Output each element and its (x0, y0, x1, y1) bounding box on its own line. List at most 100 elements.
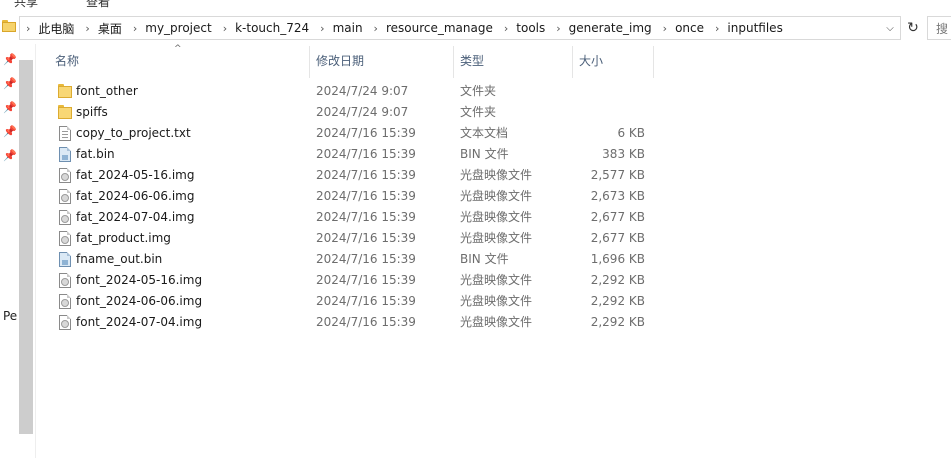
file-name: font_2024-05-16.img (76, 273, 203, 287)
file-row[interactable]: fat_2024-05-16.img 2024/7/16 15:39 光盘映像文件 2… (45, 165, 655, 186)
file-size: 6 KB (617, 126, 645, 140)
pin-icon[interactable]: 📌 (3, 149, 17, 162)
file-row[interactable]: fat.bin 2024/7/16 15:39 BIN 文件 383 KB (45, 144, 655, 165)
breadcrumb-separator-icon[interactable]: › (131, 22, 145, 35)
binary-file-icon (59, 147, 71, 162)
breadcrumb-item[interactable]: once (675, 21, 713, 35)
breadcrumb-item[interactable]: inputfiles (727, 21, 791, 35)
file-size: 2,673 KB (590, 189, 645, 203)
file-row[interactable]: font_other 2024/7/24 9:07 文件夹 (45, 81, 655, 102)
file-size: 383 KB (602, 147, 645, 161)
column-divider[interactable] (572, 46, 573, 78)
disc-image-icon (59, 315, 71, 330)
file-size: 2,677 KB (590, 210, 645, 224)
file-modified-date: 2024/7/16 15:39 (316, 273, 416, 287)
disc-image-icon (59, 210, 71, 225)
file-name: fat_2024-05-16.img (76, 168, 195, 182)
file-row[interactable]: font_2024-07-04.img 2024/7/16 15:39 光盘映像文件… (45, 312, 655, 333)
column-type[interactable]: 类型 (460, 44, 484, 78)
file-row[interactable]: fat_product.img 2024/7/16 15:39 光盘映像文件 2,67… (45, 228, 655, 249)
breadcrumb-item[interactable]: main (333, 21, 372, 35)
disc-image-icon (59, 273, 71, 288)
file-row[interactable]: font_2024-05-16.img 2024/7/16 15:39 光盘映像文件… (45, 270, 655, 291)
file-type: 光盘映像文件 (460, 189, 533, 203)
file-row[interactable]: fname_out.bin 2024/7/16 15:39 BIN 文件 1,696 … (45, 249, 655, 270)
text-file-icon (59, 126, 71, 141)
nav-item-partial[interactable]: Pe (3, 309, 17, 323)
file-type: 文件夹 (460, 105, 497, 119)
file-name: fat_product.img (76, 231, 171, 245)
file-modified-date: 2024/7/16 15:39 (316, 231, 416, 245)
chevron-down-icon[interactable]: ⌵ (880, 17, 900, 39)
file-size: 2,292 KB (590, 294, 645, 308)
pin-icon[interactable]: 📌 (3, 77, 17, 90)
file-modified-date: 2024/7/16 15:39 (316, 210, 416, 224)
file-size: 2,577 KB (590, 168, 645, 182)
refresh-icon[interactable]: ↻ (903, 16, 923, 40)
file-row[interactable]: fat_2024-06-06.img 2024/7/16 15:39 光盘映像文件 2… (45, 186, 655, 207)
file-type: 文本文档 (460, 126, 509, 140)
ribbon-tabs: 共享 查看 (0, 0, 951, 12)
file-modified-date: 2024/7/16 15:39 (316, 315, 416, 329)
file-type: 光盘映像文件 (460, 315, 533, 329)
column-date[interactable]: 修改日期 (316, 44, 364, 78)
breadcrumb-separator-icon[interactable]: › (372, 22, 386, 35)
ribbon-tab-view[interactable]: 查看 (86, 0, 110, 10)
file-type: 光盘映像文件 (460, 210, 533, 224)
disc-image-icon (59, 189, 71, 204)
breadcrumb-separator-icon[interactable]: › (713, 22, 727, 35)
breadcrumb-item[interactable]: k-touch_724 (235, 21, 318, 35)
navigation-pane: 📌 📌 📌 📌 📌 Pe (0, 44, 36, 458)
breadcrumb-item[interactable]: my_project (145, 21, 220, 35)
file-name: fat_2024-07-04.img (76, 210, 195, 224)
column-divider[interactable] (453, 46, 454, 78)
file-modified-date: 2024/7/16 15:39 (316, 189, 416, 203)
breadcrumb-separator-icon[interactable]: › (554, 22, 568, 35)
column-size[interactable]: 大小 (579, 44, 603, 78)
file-size: 1,696 KB (590, 252, 645, 266)
column-header-row: ^ 名称 修改日期 类型 大小 (37, 44, 657, 78)
file-type: BIN 文件 (460, 252, 509, 266)
folder-icon (58, 84, 72, 99)
breadcrumb-separator-icon[interactable]: › (661, 22, 675, 35)
disc-image-icon (59, 294, 71, 309)
file-row[interactable]: copy_to_project.txt 2024/7/16 15:39 文本文档 6 … (45, 123, 655, 144)
file-modified-date: 2024/7/24 9:07 (316, 105, 409, 119)
breadcrumb-item[interactable]: 桌面 (98, 20, 131, 37)
ribbon-tab-share[interactable]: 共享 (14, 0, 38, 10)
file-name: fat.bin (76, 147, 115, 161)
breadcrumb-separator-icon[interactable]: › (24, 22, 38, 35)
column-name[interactable]: 名称 (55, 44, 79, 78)
file-name: font_2024-07-04.img (76, 315, 203, 329)
nav-scrollbar[interactable] (19, 60, 33, 434)
breadcrumb-separator-icon[interactable]: › (221, 22, 235, 35)
column-divider[interactable] (309, 46, 310, 78)
breadcrumb-separator-icon[interactable]: › (502, 22, 516, 35)
breadcrumb-separator-icon[interactable]: › (318, 22, 332, 35)
file-type: 文件夹 (460, 84, 497, 98)
breadcrumb: › 此电脑 › 桌面 › my_project › k-touch_724 › main › reso… (24, 17, 792, 39)
breadcrumb-item[interactable]: tools (516, 21, 554, 35)
file-modified-date: 2024/7/16 15:39 (316, 126, 416, 140)
address-bar[interactable]: › 此电脑 › 桌面 › my_project › k-touch_724 › main › reso… (19, 16, 901, 40)
file-modified-date: 2024/7/16 15:39 (316, 168, 416, 182)
breadcrumb-item[interactable]: 此电脑 (38, 20, 83, 37)
file-name: copy_to_project.txt (76, 126, 191, 140)
disc-image-icon (59, 231, 71, 246)
pane-divider (35, 44, 36, 458)
pin-icon[interactable]: 📌 (3, 53, 17, 66)
file-modified-date: 2024/7/24 9:07 (316, 84, 409, 98)
pin-icon[interactable]: 📌 (3, 101, 17, 114)
disc-image-icon (59, 168, 71, 183)
search-input[interactable]: 搜 (927, 16, 951, 40)
column-divider[interactable] (653, 46, 654, 78)
pin-icon[interactable]: 📌 (3, 125, 17, 138)
file-row[interactable]: font_2024-06-06.img 2024/7/16 15:39 光盘映像文件… (45, 291, 655, 312)
breadcrumb-separator-icon[interactable]: › (83, 22, 97, 35)
file-row[interactable]: fat_2024-07-04.img 2024/7/16 15:39 光盘映像文件 2… (45, 207, 655, 228)
file-row[interactable]: spiffs 2024/7/24 9:07 文件夹 (45, 102, 655, 123)
breadcrumb-item[interactable]: generate_img (569, 21, 661, 35)
file-name: font_other (76, 84, 138, 98)
file-modified-date: 2024/7/16 15:39 (316, 294, 416, 308)
breadcrumb-item[interactable]: resource_manage (386, 21, 502, 35)
